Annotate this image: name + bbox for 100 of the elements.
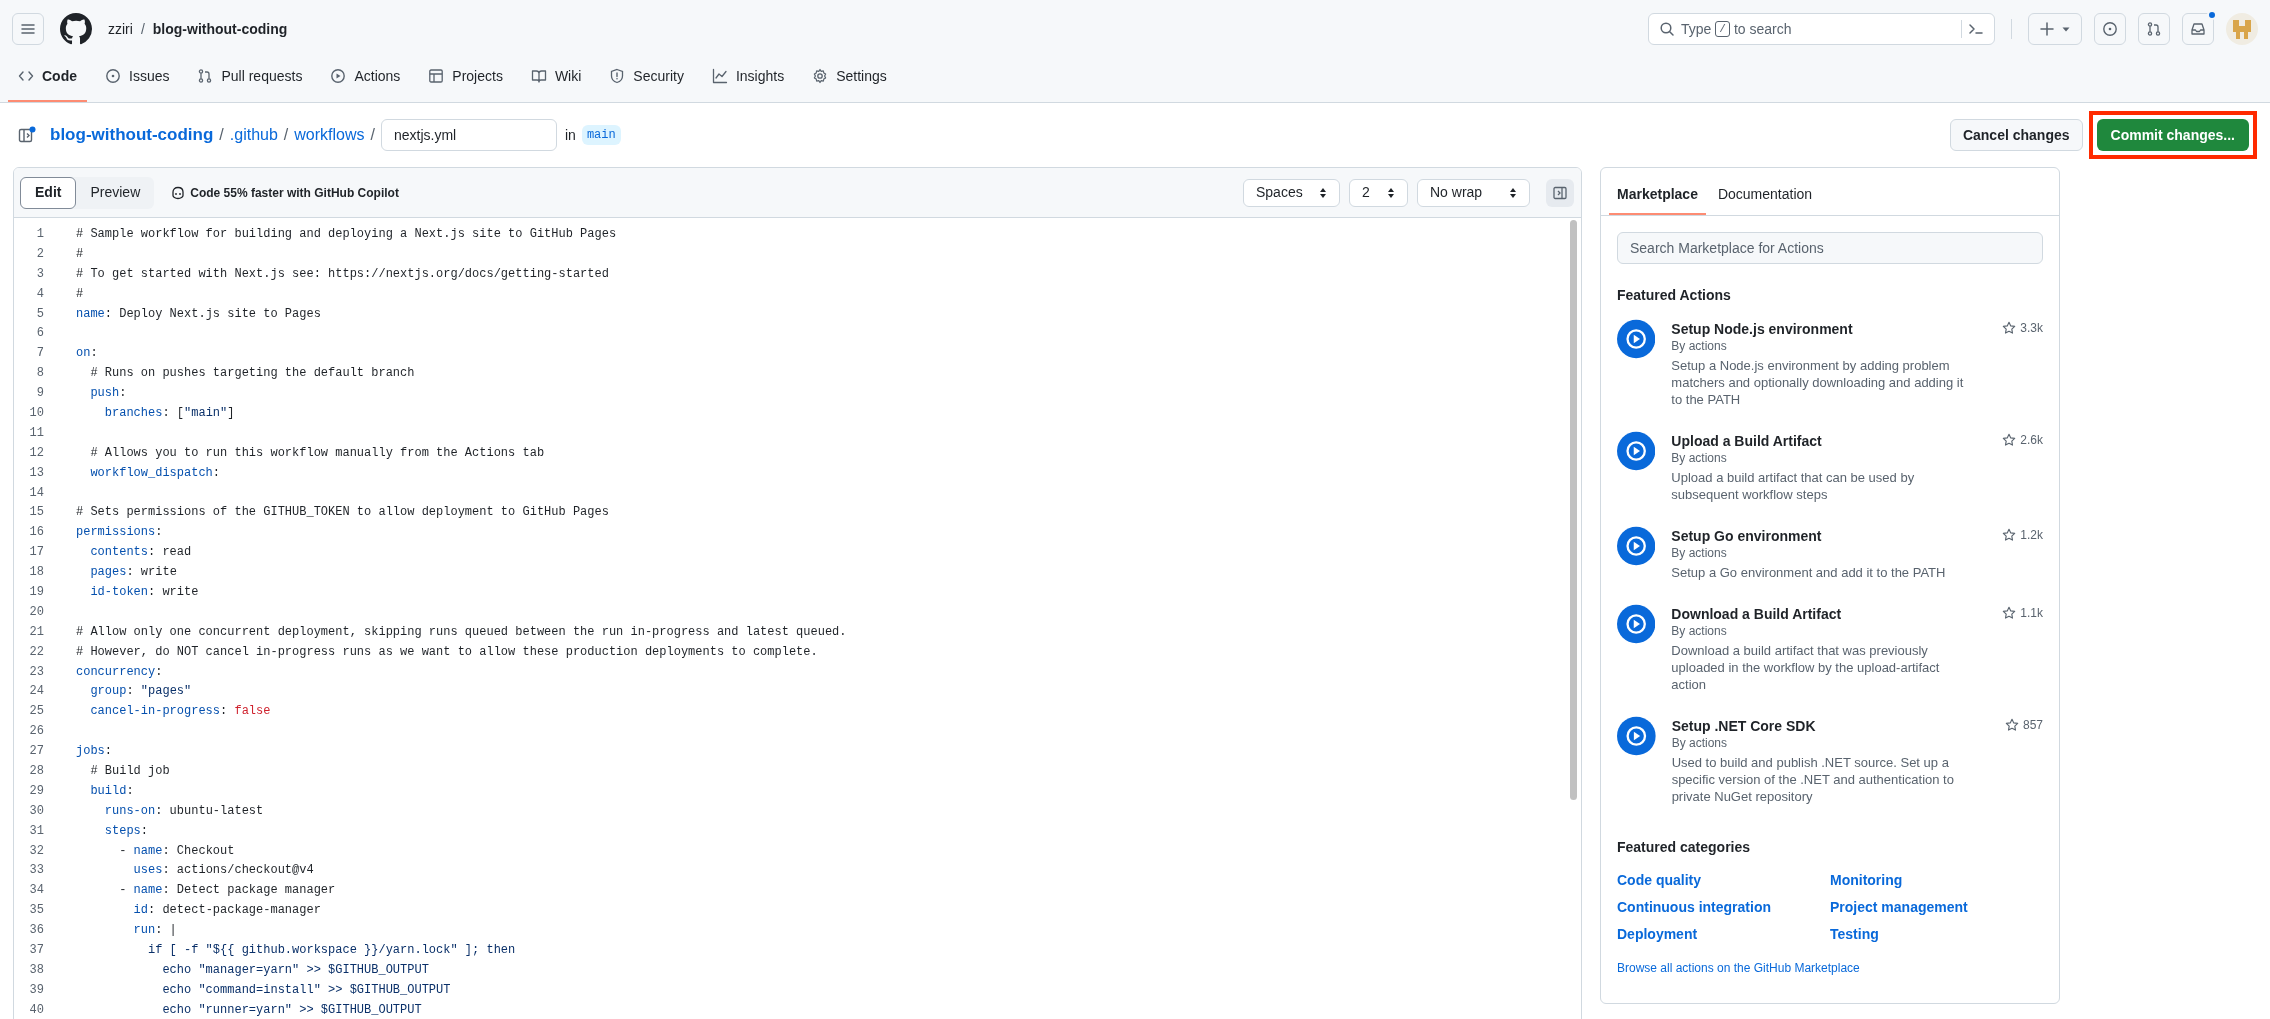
action-title[interactable]: Download a Build Artifact — [1671, 605, 1971, 623]
menu-button[interactable] — [12, 13, 44, 45]
action-title[interactable]: Setup .NET Core SDK — [1671, 717, 1973, 735]
commit-changes-button[interactable]: Commit changes... — [2096, 119, 2249, 151]
category-link[interactable]: Testing — [1830, 924, 1879, 945]
category-link[interactable]: Deployment — [1617, 924, 1698, 945]
sidebar-toggle-button[interactable] — [1546, 178, 1574, 207]
code-line: id: detect-package-manager — [132, 902, 321, 920]
action-author: By actions — [1671, 450, 1728, 466]
code-line: group: "pages" — [89, 683, 192, 701]
line-number: 34 — [28, 882, 44, 900]
repo-tab[interactable]: Actions — [320, 58, 411, 94]
repo-link[interactable]: blog-without-coding — [152, 18, 288, 40]
repo-tab[interactable]: Issues — [95, 58, 180, 94]
star-icon — [2002, 433, 2017, 447]
select-dropdown[interactable]: No wrap — [1417, 178, 1530, 207]
category-link[interactable]: Monitoring — [1830, 870, 1903, 891]
action-title[interactable]: Setup Node.js environment — [1671, 320, 1971, 338]
repo-tab[interactable]: Insights — [701, 58, 795, 94]
code-line: echo "command=install" >> $GITHUB_OUTPUT — [161, 981, 451, 999]
star-icon — [2004, 718, 2019, 732]
line-number: 7 — [35, 345, 44, 363]
action-description: Download a build artifact that was previously uploaded in the workflow by the upload-artifact action — [1671, 642, 1941, 693]
category-link[interactable]: Code quality — [1617, 870, 1701, 891]
owner-link[interactable]: zziri — [108, 18, 133, 40]
octocat-logo-icon[interactable] — [60, 13, 92, 45]
panel-tab[interactable]: Documentation — [1709, 175, 1821, 213]
search-icon — [1659, 21, 1675, 37]
code-line: # Build job — [89, 763, 170, 780]
line-number: 9 — [35, 385, 44, 403]
code-line: echo "runner=yarn" >> $GITHUB_OUTPUT — [161, 1001, 422, 1019]
code-line: # — [76, 245, 84, 263]
action-description: Setup a Node.js environment by adding problem matchers and optionally downloading and adding it to the PATH — [1671, 357, 1965, 408]
menu-icon — [20, 21, 36, 37]
scrollbar-thumb[interactable] — [1569, 220, 1577, 800]
marketplace-search-field[interactable]: Search Marketplace for Actions — [1617, 232, 2043, 264]
browse-marketplace-link[interactable]: Browse all actions on the GitHub Marketplace — [1617, 959, 2043, 977]
line-number: 24 — [28, 683, 44, 701]
up-down-caret-icon — [1387, 186, 1395, 199]
code-line: # Runs on pushes targeting the default branch — [89, 365, 415, 383]
path-separator: / — [370, 125, 375, 145]
line-number: 37 — [28, 942, 44, 959]
cancel-changes-button[interactable]: Cancel changes — [1949, 119, 2083, 151]
line-number: 30 — [28, 802, 44, 820]
issue-icon — [2102, 21, 2118, 37]
repo-link[interactable]: blog-without-coding — [50, 122, 214, 148]
select-dropdown[interactable]: Spaces — [1243, 178, 1340, 207]
line-number: 13 — [28, 464, 44, 482]
line-number: 18 — [28, 564, 44, 582]
category-link[interactable]: Continuous integration — [1617, 897, 1771, 918]
play-circle-icon — [1617, 319, 1656, 359]
line-number: 28 — [28, 763, 44, 780]
code-line: # Allows you to run this workflow manually from the Actions tab — [89, 444, 545, 462]
editor-tab[interactable]: Edit — [20, 176, 77, 209]
repo-tab[interactable]: Pull requests — [187, 58, 313, 94]
code-line: # Allow only one concurrent deployment, skipping runs queued between the run in-progress and latest queued. — [76, 623, 847, 641]
code-line: # Sets permissions of the GITHUB_TOKEN to allow deployment to GitHub Pages — [76, 504, 609, 522]
filename-field[interactable]: nextjs.yml — [381, 119, 557, 151]
pull-request-icon — [2146, 21, 2162, 37]
code-line: push: — [89, 385, 127, 403]
search-field[interactable]: Type / to search — [1648, 13, 1995, 45]
repo-tab[interactable]: Settings — [802, 58, 897, 94]
select-dropdown[interactable]: 2 — [1349, 178, 1408, 207]
repo-tab[interactable]: Projects — [418, 58, 513, 94]
inbox-button[interactable] — [2182, 13, 2214, 45]
line-number: 22 — [28, 643, 44, 661]
line-number: 4 — [35, 285, 44, 303]
code-line: on: — [76, 345, 98, 363]
settings-icon — [812, 68, 829, 84]
create-new-button[interactable] — [2028, 13, 2082, 45]
folder-link[interactable]: .github — [229, 123, 278, 147]
action-author: By actions — [1671, 623, 1728, 639]
line-number: 40 — [28, 1001, 44, 1019]
action-title[interactable]: Setup Go environment — [1671, 527, 1971, 545]
folder-link[interactable]: workflows — [294, 123, 365, 147]
code-line: steps: — [103, 822, 148, 840]
branch-badge: main — [581, 125, 621, 145]
slash-key: / — [1715, 21, 1730, 37]
editor-tab[interactable]: Preview — [76, 176, 155, 209]
line-number: 31 — [28, 822, 44, 840]
repo-tab[interactable]: Security — [599, 58, 694, 94]
line-number: 12 — [28, 444, 44, 462]
line-number: 21 — [28, 623, 44, 641]
issues-button[interactable] — [2094, 13, 2126, 45]
repo-tab[interactable]: Code — [8, 58, 87, 94]
pull-request-icon — [197, 68, 214, 84]
star-icon — [2002, 606, 2017, 620]
shield-icon — [609, 68, 626, 84]
pull-requests-button[interactable] — [2138, 13, 2170, 45]
line-number: 32 — [28, 842, 44, 860]
code-line: echo "manager=yarn" >> $GITHUB_OUTPUT — [161, 961, 429, 979]
code-line: concurrency: — [76, 663, 163, 681]
panel-tab[interactable]: Marketplace — [1609, 175, 1706, 213]
book-icon — [530, 68, 547, 84]
repo-tab[interactable]: Wiki — [520, 58, 592, 94]
command-palette-icon[interactable] — [1968, 21, 1984, 37]
file-tree-icon[interactable] — [18, 126, 36, 144]
code-line: pages: write — [89, 564, 177, 582]
category-link[interactable]: Project management — [1830, 897, 1968, 918]
action-title[interactable]: Upload a Build Artifact — [1671, 432, 1971, 450]
